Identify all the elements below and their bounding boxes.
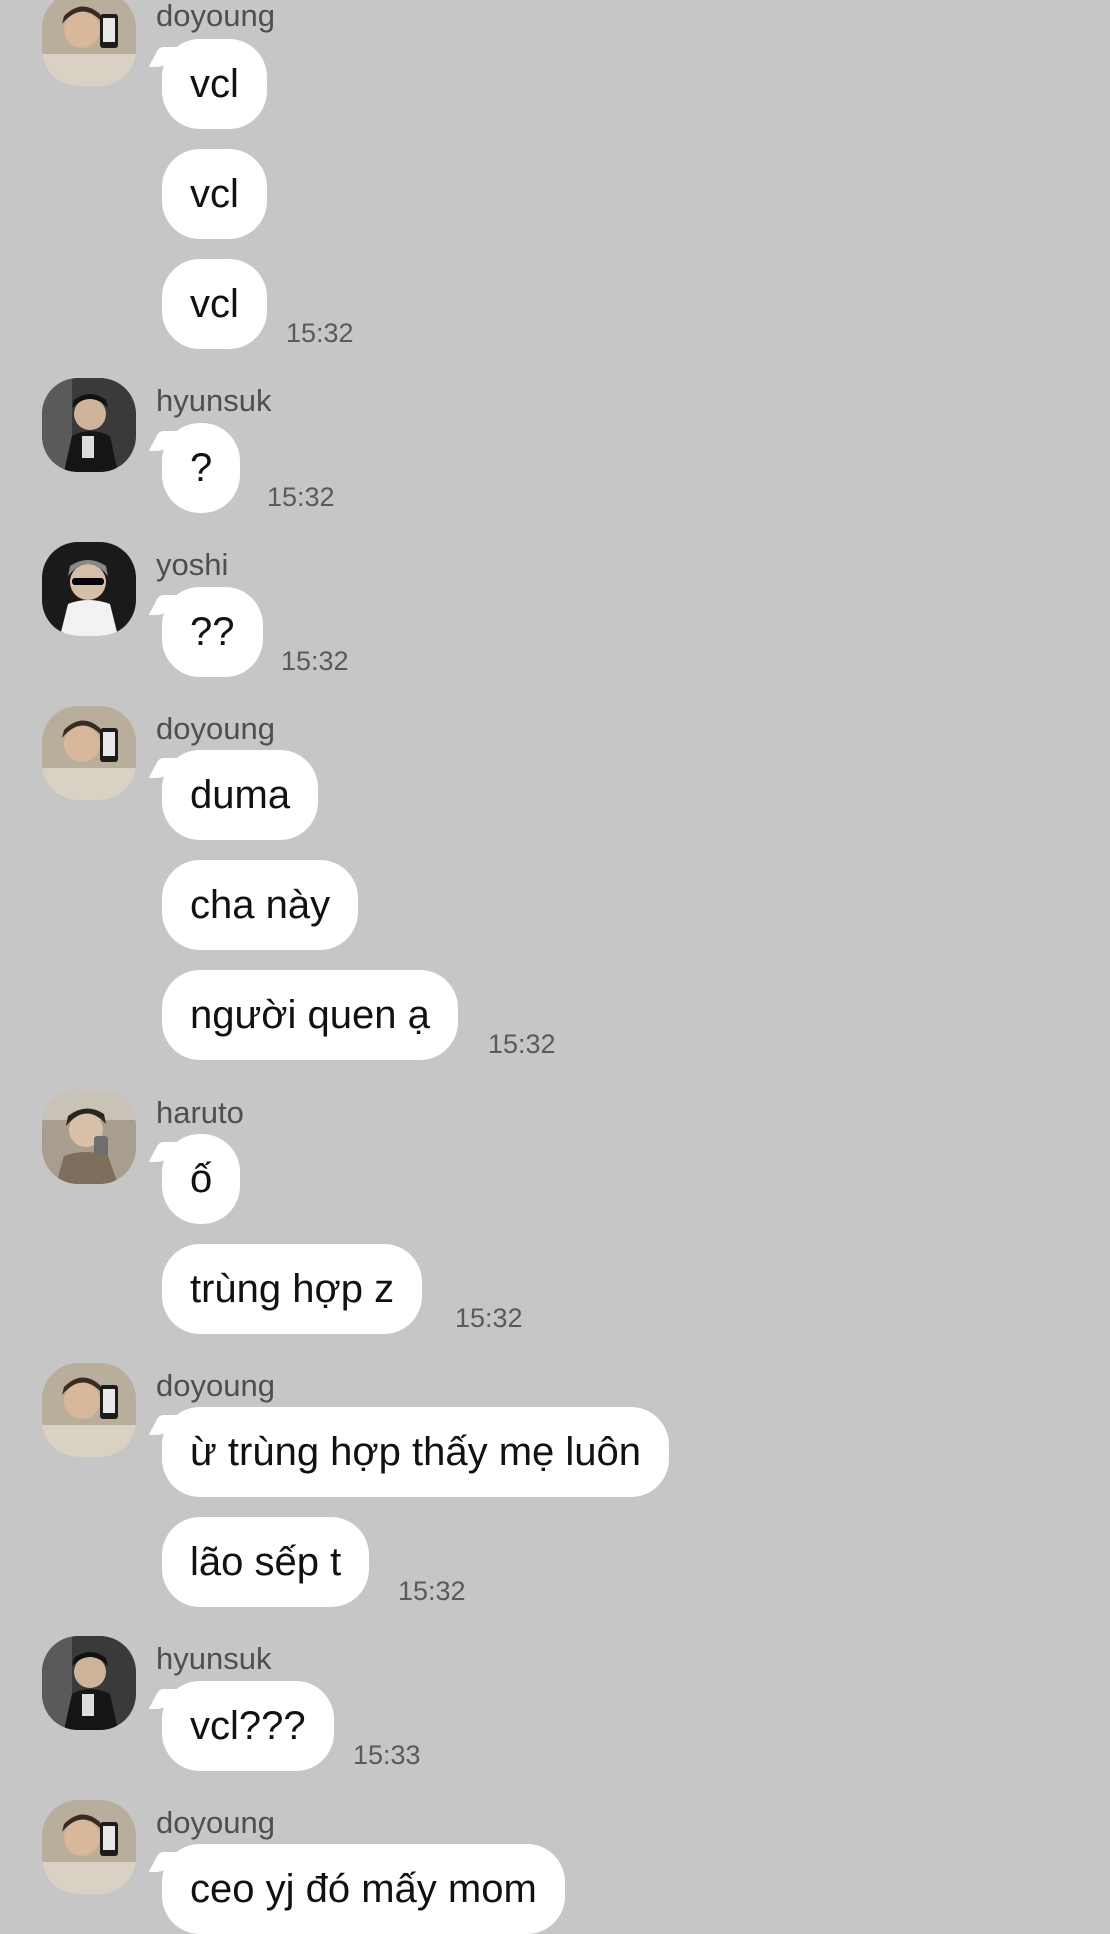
message-bubble[interactable]: ừ trùng hợp thấy mẹ luôn bbox=[162, 1407, 670, 1497]
message-bubble[interactable]: vcl bbox=[162, 149, 267, 239]
doyoung-avatar-icon[interactable] bbox=[42, 1800, 136, 1894]
sender-name: doyoung bbox=[156, 1805, 275, 1840]
sender-name: yoshi bbox=[156, 547, 229, 582]
message-bubble[interactable]: ceo yj đó mấy mom bbox=[162, 1844, 565, 1934]
haruto-avatar-icon[interactable] bbox=[42, 1090, 136, 1184]
message-bubble[interactable]: vcl??? bbox=[162, 1681, 334, 1771]
message-bubble[interactable]: ố bbox=[162, 1134, 241, 1224]
sender-name: hyunsuk bbox=[156, 383, 272, 418]
message-bubble[interactable]: vcl bbox=[162, 259, 267, 349]
message-bubble[interactable]: người quen ạ bbox=[162, 970, 458, 1060]
message-timestamp: 15:32 bbox=[281, 646, 349, 676]
doyoung-avatar-icon[interactable] bbox=[42, 0, 136, 86]
hyunsuk-avatar-icon[interactable] bbox=[42, 378, 136, 472]
message-timestamp: 15:32 bbox=[398, 1576, 466, 1606]
message-timestamp: 15:33 bbox=[353, 1740, 421, 1770]
message-bubble[interactable]: cha này bbox=[162, 860, 359, 950]
sender-name: doyoung bbox=[156, 711, 275, 746]
message-timestamp: 15:32 bbox=[267, 482, 335, 512]
message-timestamp: 15:32 bbox=[455, 1303, 523, 1333]
message-timestamp: 15:32 bbox=[286, 318, 354, 348]
sender-name: doyoung bbox=[156, 0, 275, 33]
message-timestamp: 15:32 bbox=[488, 1029, 556, 1059]
sender-name: doyoung bbox=[156, 1368, 275, 1403]
message-bubble[interactable]: lão sếp t bbox=[162, 1517, 370, 1607]
message-bubble[interactable]: vcl bbox=[162, 39, 267, 129]
sender-name: hyunsuk bbox=[156, 1641, 272, 1676]
doyoung-avatar-icon[interactable] bbox=[42, 706, 136, 800]
message-bubble[interactable]: ?? bbox=[162, 587, 263, 677]
sender-name: haruto bbox=[156, 1095, 244, 1130]
message-bubble[interactable]: trùng hợp z bbox=[162, 1244, 423, 1334]
doyoung-avatar-icon[interactable] bbox=[42, 1363, 136, 1457]
message-bubble[interactable]: ? bbox=[162, 423, 241, 513]
yoshi-avatar-icon[interactable] bbox=[42, 542, 136, 636]
hyunsuk-avatar-icon[interactable] bbox=[42, 1636, 136, 1730]
message-bubble[interactable]: duma bbox=[162, 750, 319, 840]
